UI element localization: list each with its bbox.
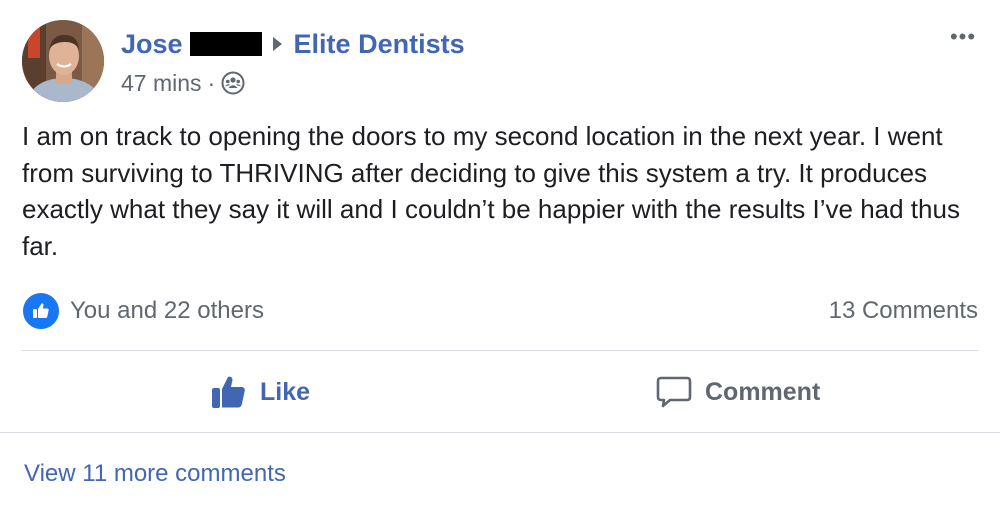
like-icon	[22, 292, 60, 330]
reactions-summary[interactable]: You and 22 others	[22, 292, 264, 330]
reactions-summary-text: You and 22 others	[70, 297, 264, 324]
post-timestamp[interactable]: 47 mins	[121, 70, 202, 97]
group-icon	[221, 71, 245, 95]
like-button[interactable]: Like	[210, 370, 310, 414]
comment-button[interactable]: Comment	[655, 370, 820, 414]
post-body-text: I am on track to opening the doors to my…	[22, 121, 960, 261]
comment-label: Comment	[705, 377, 821, 406]
more-icon: •••	[949, 24, 977, 49]
author-name[interactable]: Jose	[121, 29, 183, 60]
divider	[22, 350, 978, 351]
view-more-comments-link[interactable]: View 11 more comments	[24, 460, 286, 488]
feed-post: Jose Elite Dentists 47 mins · ••• I am o…	[0, 0, 1000, 521]
more-options-button[interactable]: •••	[944, 24, 982, 50]
comments-count[interactable]: 13 Comments	[829, 297, 978, 325]
comment-bubble-icon	[655, 373, 693, 411]
thumbs-up-icon	[210, 373, 248, 411]
divider	[0, 432, 1000, 433]
post-header-title: Jose Elite Dentists	[121, 27, 465, 61]
avatar[interactable]	[22, 20, 104, 102]
redaction-bar	[189, 32, 262, 56]
post-meta: 47 mins ·	[121, 68, 245, 98]
group-name[interactable]: Elite Dentists	[294, 29, 465, 60]
shared-to-arrow-icon	[272, 37, 282, 51]
meta-separator: ·	[207, 69, 216, 96]
like-label: Like	[260, 377, 311, 406]
reactions-row: You and 22 others 13 Comments	[22, 292, 978, 330]
post-actions: Like Comment	[0, 352, 1000, 432]
